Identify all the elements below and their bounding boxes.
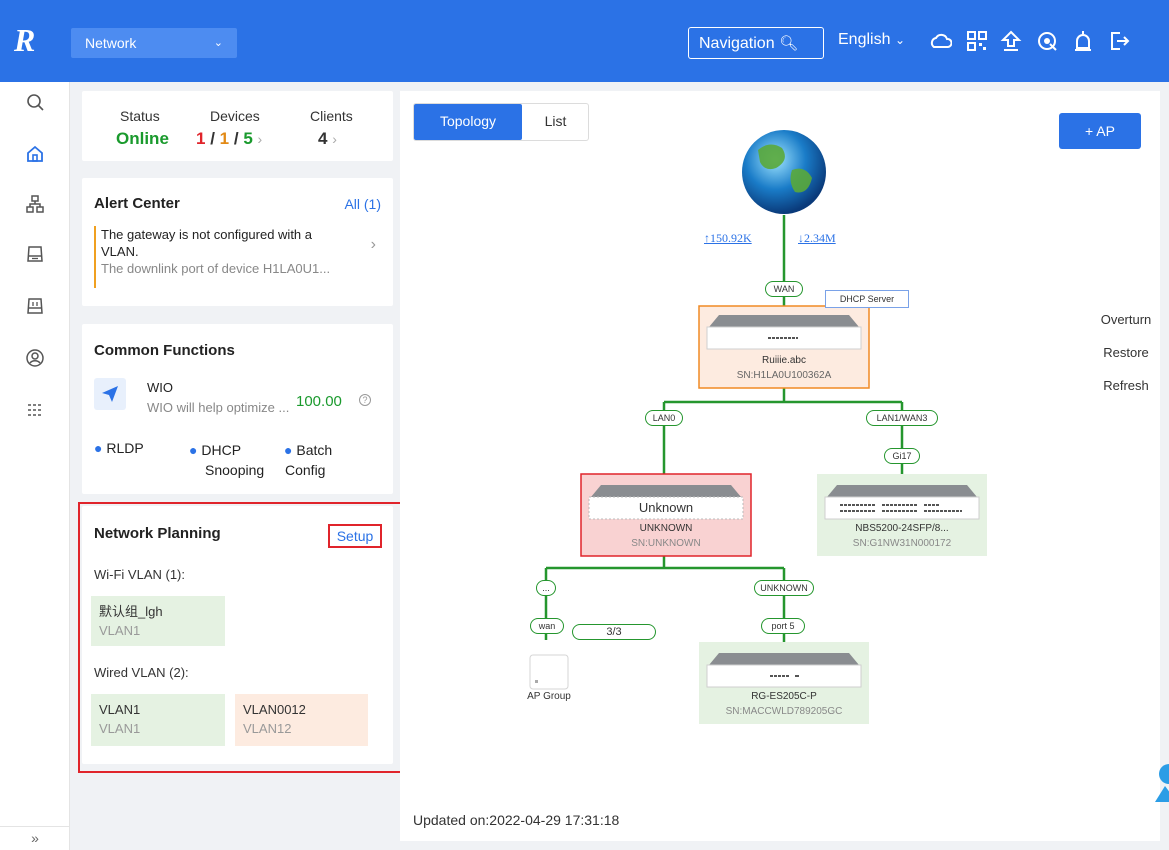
- internet-globe-icon: [742, 130, 826, 214]
- status-card: Status Online Devices 1 / 1 / 5 › Client…: [82, 91, 393, 161]
- nbs-switch-name: NBS5200-24SFP/8...: [855, 523, 949, 534]
- unknown-device-name: UNKNOWN: [639, 523, 693, 534]
- navigation-button[interactable]: Navigation 🔍︎: [688, 27, 824, 59]
- lan1-wan3-port-tag[interactable]: LAN1/WAN3: [866, 410, 938, 426]
- devices-label: Devices: [210, 108, 260, 124]
- settings-sliders-icon[interactable]: [23, 400, 47, 424]
- ap-group-label: AP Group: [527, 691, 571, 702]
- chevron-right-icon: ›: [370, 236, 376, 253]
- chevron-right-icon: ›: [257, 131, 263, 147]
- bulb-icon: ●: [94, 440, 103, 456]
- gateway-sn: SN:H1LA0U100362A: [736, 370, 832, 381]
- alert-all-link[interactable]: All (1): [344, 196, 381, 212]
- upload-rate: ↑150.92K: [704, 231, 752, 245]
- left-sidebar: »: [0, 82, 70, 850]
- clients-count[interactable]: 4 ›: [318, 129, 337, 149]
- devices-counts[interactable]: 1 / 1 / 5 ›: [196, 129, 262, 149]
- nbs-switch-sn: SN:G1NW31N000172: [852, 538, 952, 549]
- unknown-port-tag[interactable]: UNKNOWN: [754, 580, 814, 596]
- assistant-icon[interactable]: [1151, 762, 1169, 804]
- tab-topology[interactable]: Topology: [414, 104, 522, 140]
- ap-device-icon[interactable]: [529, 654, 569, 690]
- top-bar: R Network ⌄ Navigation 🔍︎ English ⌄: [0, 0, 1169, 82]
- chevron-right-icon: ›: [332, 131, 337, 147]
- chevron-down-icon: ⌄: [894, 33, 905, 47]
- wio-description: WIO will help optimize ...: [147, 400, 290, 415]
- refresh-button[interactable]: Refresh: [1096, 378, 1156, 393]
- alert-detail: The downlink port of device H1LA0U1...: [101, 261, 331, 276]
- qr-code-icon[interactable]: [966, 30, 988, 52]
- devices-count-offline: 1: [196, 129, 206, 148]
- bulb-icon: ●: [189, 442, 198, 458]
- chevron-down-icon: ⌄: [213, 37, 223, 49]
- updated-timestamp: Updated on:2022-04-29 17:31:18: [413, 812, 620, 828]
- rldp-function[interactable]: ● RLDP: [94, 440, 144, 456]
- config-label: Config: [285, 462, 326, 478]
- expand-sidebar-button[interactable]: »: [0, 826, 70, 850]
- network-selector-label: Network: [85, 35, 137, 51]
- bulb-icon: ●: [284, 442, 293, 458]
- wan-small-port-tag[interactable]: wan: [530, 618, 564, 634]
- ap-online-count: 3/3: [572, 624, 656, 640]
- wio-icon: [94, 378, 126, 410]
- view-tabs: Topology List: [413, 103, 589, 141]
- download-rate: ↓2.34M: [798, 231, 836, 245]
- switch-device-icon[interactable]: [23, 296, 47, 320]
- alarm-icon[interactable]: [1072, 30, 1094, 52]
- home-icon[interactable]: [23, 144, 47, 168]
- alert-message-cont: VLAN.: [101, 244, 139, 259]
- common-functions-title: Common Functions: [94, 342, 235, 359]
- add-ap-button[interactable]: + AP: [1059, 113, 1141, 149]
- dhcp-label: DHCP: [201, 442, 242, 458]
- alert-center-title: Alert Center: [94, 195, 180, 212]
- devices-count-total: 5: [243, 129, 253, 148]
- status-value: Online: [116, 129, 169, 148]
- overturn-button[interactable]: Overturn: [1096, 312, 1156, 327]
- alert-center-card: Alert Center All (1) The gateway is not …: [82, 178, 393, 306]
- unknown-device-title: Unknown: [638, 500, 694, 515]
- user-icon[interactable]: [23, 348, 47, 372]
- batch-config-function[interactable]: ● Batch Config: [284, 440, 332, 480]
- help-icon[interactable]: ?: [359, 394, 371, 406]
- language-selector[interactable]: English ⌄: [838, 31, 905, 49]
- es-switch-sn: SN:MACCWLD789205GC: [725, 706, 843, 717]
- gi17-port-tag[interactable]: Gi17: [884, 448, 920, 464]
- network-check-icon[interactable]: [1036, 30, 1058, 52]
- dhcp-snooping-function[interactable]: ● DHCP Snooping: [189, 440, 264, 480]
- batch-label: Batch: [296, 442, 333, 458]
- navigation-label: Navigation: [699, 35, 775, 52]
- dhcp-server-tag: DHCP Server: [825, 290, 909, 308]
- gateway-device-icon[interactable]: [23, 244, 47, 268]
- search-icon[interactable]: [23, 92, 47, 116]
- ruijie-logo[interactable]: R: [14, 22, 35, 59]
- rldp-label: RLDP: [106, 440, 144, 456]
- alert-message: The gateway is not configured with a: [101, 227, 313, 242]
- network-selector[interactable]: Network ⌄: [71, 28, 237, 58]
- network-planning-highlight: [78, 502, 402, 773]
- upgrade-icon[interactable]: [1000, 30, 1022, 52]
- port5-tag[interactable]: port 5: [761, 618, 805, 634]
- restore-button[interactable]: Restore: [1096, 345, 1156, 360]
- cloud-icon[interactable]: [930, 30, 953, 52]
- topology-icon[interactable]: [23, 194, 47, 218]
- clients-count-value: 4: [318, 129, 328, 148]
- es-switch-name: RG-ES205C-P: [751, 691, 817, 702]
- unknown-device-sn: SN:UNKNOWN: [631, 538, 701, 549]
- common-functions-card: Common Functions WIO WIO will help optim…: [82, 324, 393, 494]
- alert-item[interactable]: The gateway is not configured with a VLA…: [94, 226, 384, 288]
- snooping-label: Snooping: [205, 462, 265, 478]
- wio-title[interactable]: WIO: [147, 380, 173, 395]
- search-icon: 🔍︎: [779, 35, 799, 52]
- tab-list[interactable]: List: [522, 104, 589, 140]
- wio-score: 100.00: [296, 393, 342, 410]
- devices-count-alert: 1: [219, 129, 230, 148]
- wan-port-tag[interactable]: WAN: [765, 281, 803, 297]
- logout-icon[interactable]: [1108, 30, 1130, 52]
- lan0-port-tag[interactable]: LAN0: [645, 410, 683, 426]
- more-port-tag[interactable]: ...: [536, 580, 556, 596]
- gateway-name: Ruiiie.abc: [762, 355, 806, 366]
- language-label: English: [838, 31, 891, 48]
- clients-label: Clients: [310, 108, 353, 124]
- status-label: Status: [120, 108, 160, 124]
